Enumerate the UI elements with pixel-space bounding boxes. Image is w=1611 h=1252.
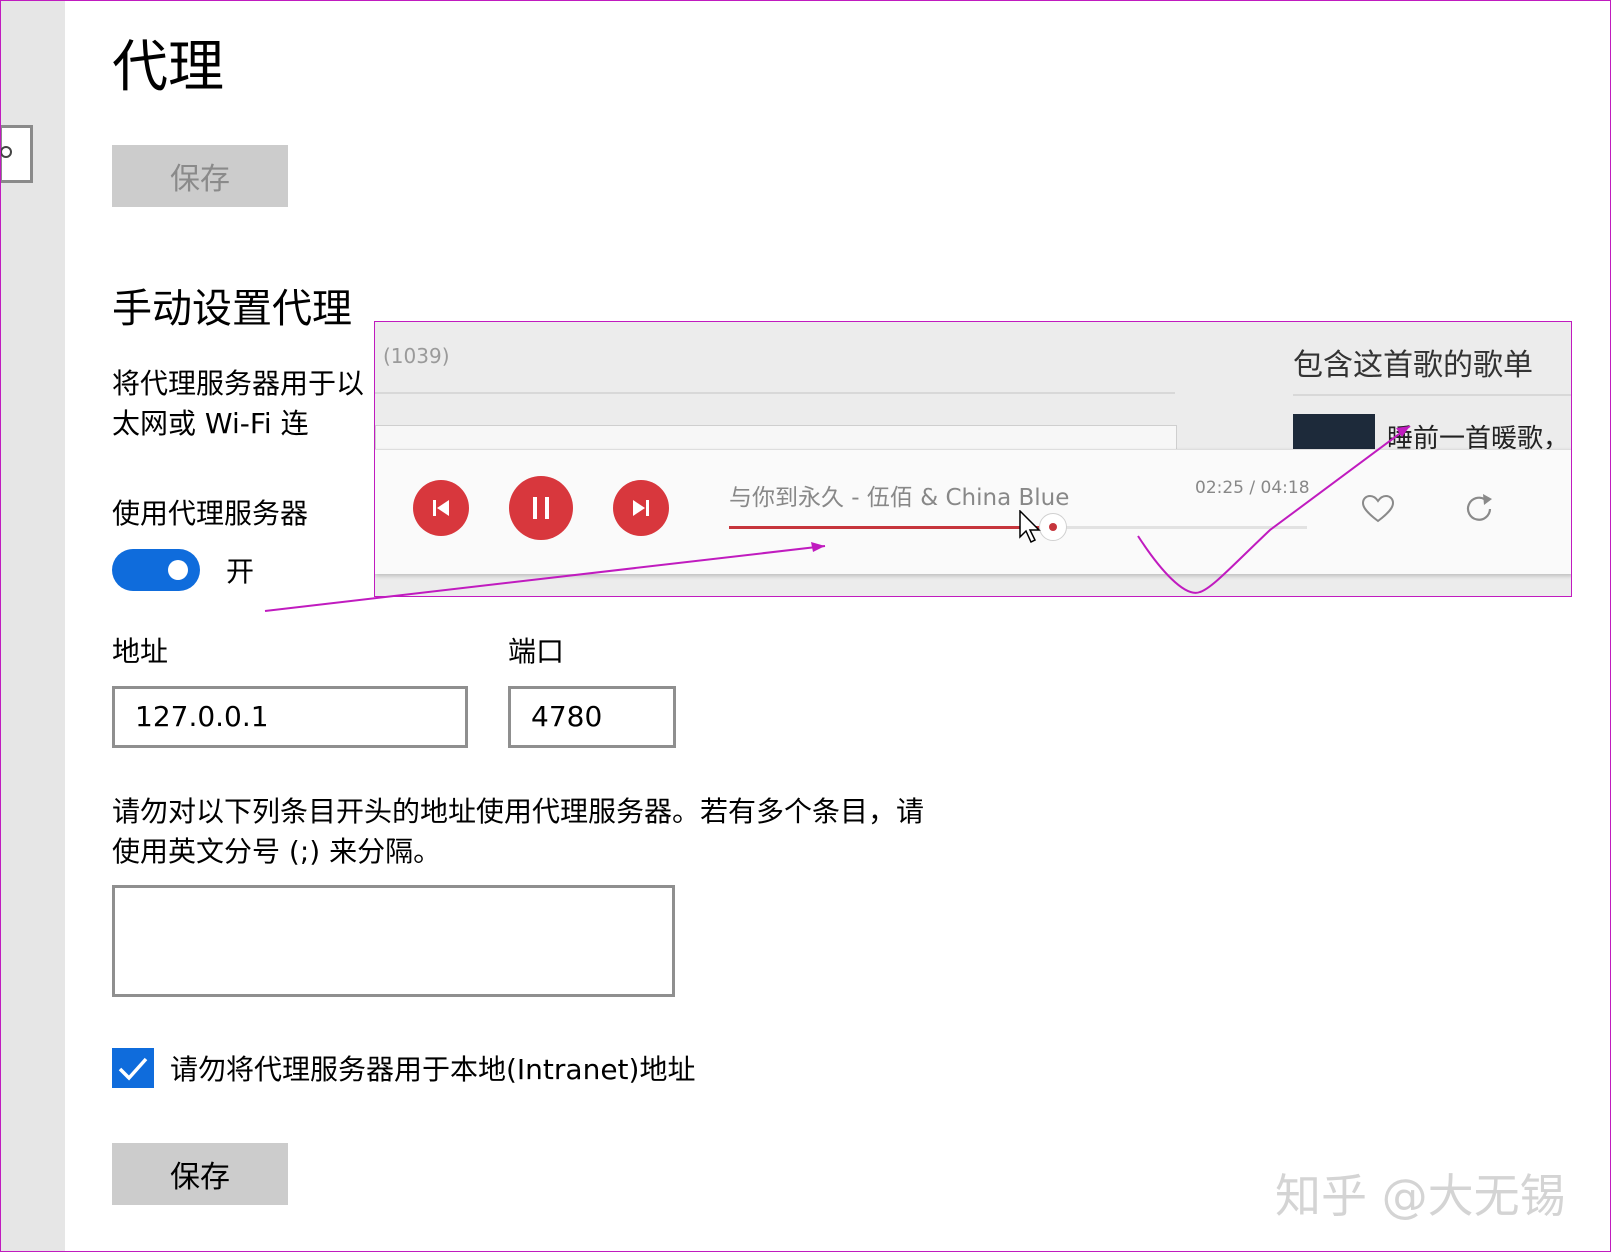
toggle-state-label: 开 <box>226 555 255 588</box>
now-playing-title: 与你到永久 - 伍佰 & China Blue <box>729 478 1069 512</box>
comment-count: (1039) <box>383 344 450 368</box>
nav-search-box[interactable] <box>0 125 33 183</box>
search-icon <box>0 146 12 158</box>
save-button-top[interactable]: 保存 <box>112 145 288 207</box>
playback-time: 02:25 / 04:18 <box>1195 478 1310 498</box>
port-input[interactable]: 4780 <box>508 686 676 748</box>
port-label: 端口 <box>508 635 565 668</box>
toggle-knob <box>168 560 188 580</box>
local-address-checkbox-label: 请勿将代理服务器用于本地(Intranet)地址 <box>170 1053 696 1086</box>
progress-slider[interactable] <box>729 513 1307 541</box>
manual-proxy-description: 将代理服务器用于以太网或 Wi-Fi 连接。 <box>112 367 364 448</box>
heart-icon <box>1361 494 1395 523</box>
watermark: 知乎 @大无锡 <box>1275 1169 1566 1223</box>
time-current: 02:25 <box>1195 478 1244 498</box>
pause-button[interactable] <box>509 476 573 540</box>
settings-nav-strip <box>0 1 65 1251</box>
loop-icon <box>1466 494 1492 521</box>
exceptions-textarea[interactable] <box>112 885 675 997</box>
use-proxy-label: 使用代理服务器 <box>112 497 309 530</box>
next-button[interactable] <box>613 480 669 536</box>
exceptions-description: 请勿对以下列条目开头的地址使用代理服务器。若有多个条目，请 使用英文分号 (;)… <box>112 792 1012 872</box>
loop-button[interactable] <box>1463 492 1497 529</box>
player-bar: 与你到永久 - 伍佰 & China Blue 02:25 / 04:18 <box>375 449 1571 574</box>
playlist-thumbnail[interactable] <box>1293 414 1375 454</box>
mouse-cursor-icon <box>1019 510 1041 544</box>
manual-proxy-heading: 手动设置代理 <box>112 286 352 332</box>
like-button[interactable] <box>1361 494 1395 527</box>
song-title[interactable]: 与你到永久 <box>729 485 844 511</box>
song-artist[interactable]: 伍佰 & China Blue <box>867 485 1069 511</box>
checkmark-icon <box>118 1057 148 1081</box>
song-separator: - <box>844 485 867 511</box>
time-total: 04:18 <box>1260 478 1310 498</box>
playlist-divider <box>1293 394 1571 396</box>
page-title: 代理 <box>112 35 224 100</box>
previous-button[interactable] <box>413 480 469 536</box>
exceptions-description-line2: 使用英文分号 (;) 来分隔。 <box>112 835 442 868</box>
address-label: 地址 <box>112 635 169 668</box>
pause-icon <box>533 497 549 519</box>
next-icon <box>633 500 649 516</box>
time-separator: / <box>1244 478 1261 498</box>
save-button-bottom[interactable]: 保存 <box>112 1143 288 1205</box>
exceptions-description-line1: 请勿对以下列条目开头的地址使用代理服务器。若有多个条目，请 <box>112 795 925 828</box>
use-proxy-toggle[interactable] <box>112 549 200 591</box>
music-player-overlay: (1039) 包含这首歌的歌单 睡前一首暖歌， 与你到永久 - 伍佰 & Chi… <box>374 321 1572 597</box>
divider <box>375 392 1175 394</box>
progress-fill <box>729 526 1053 529</box>
local-address-checkbox[interactable] <box>112 1048 154 1088</box>
address-input[interactable]: 127.0.0.1 <box>112 686 468 748</box>
playlist-section-title: 包含这首歌的歌单 <box>1293 348 1533 383</box>
prev-icon <box>433 500 449 516</box>
